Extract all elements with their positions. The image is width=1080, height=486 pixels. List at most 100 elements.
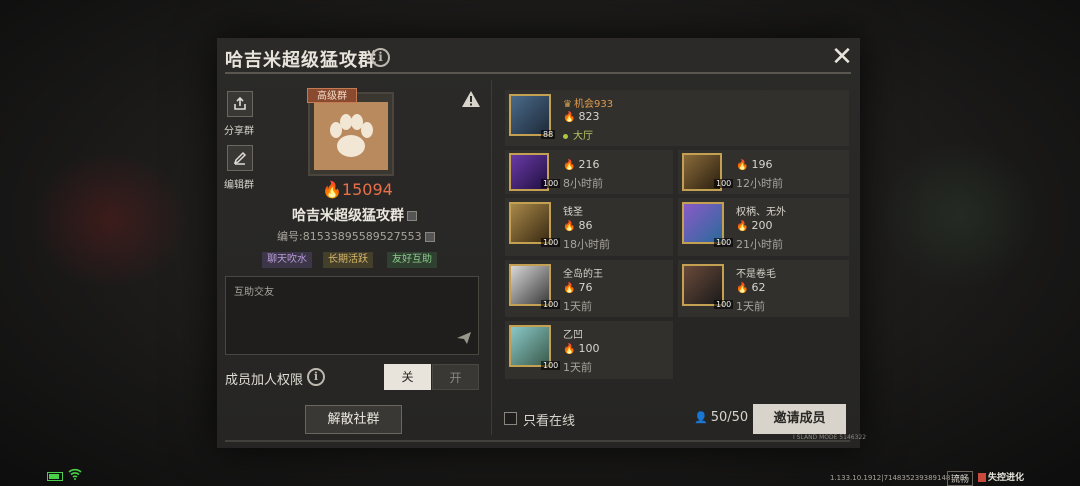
online-only-label[interactable]: 只看在线: [523, 410, 575, 429]
permission-label: 成员加人权限: [225, 373, 304, 388]
avatar: 100: [509, 202, 561, 247]
group-tag: 长期活跃: [323, 252, 373, 268]
online-only-checkbox[interactable]: [504, 412, 517, 425]
version-text: 1.133.10.1912|71483523938914817: [830, 474, 960, 482]
avatar: 100: [682, 153, 734, 191]
member-name: 权柄、无外: [736, 207, 786, 218]
fluency-badge: 流畅: [947, 471, 974, 486]
member-last-seen: 1天前: [563, 361, 592, 374]
report-icon[interactable]: [461, 90, 481, 108]
group-id-text: 编号:81533895589527553: [277, 230, 422, 243]
member-heat: 🔥 216: [563, 158, 599, 171]
info-icon[interactable]: i: [371, 48, 390, 67]
member-last-seen: 1天前: [736, 300, 765, 313]
flame-icon: 🔥: [736, 283, 749, 294]
level-badge: 100: [714, 179, 734, 188]
member-card[interactable]: 100 全岛的王 🔥 76 1天前: [505, 260, 673, 317]
title-divider: [225, 72, 851, 74]
owner-heat-value: 823: [578, 110, 600, 123]
dissolve-group-button[interactable]: 解散社群: [305, 405, 402, 434]
edit-icon[interactable]: [227, 145, 253, 171]
group-avatar[interactable]: [308, 92, 394, 176]
flame-icon: 🔥: [563, 221, 576, 232]
member-heat: 🔥 76: [563, 281, 592, 294]
level-badge: 100: [541, 238, 561, 247]
owner-location: 大厅: [563, 127, 593, 142]
level-badge: 88: [541, 130, 556, 139]
member-last-seen: 1天前: [563, 300, 592, 313]
member-heat-value: 200: [751, 219, 773, 232]
member-count: 👤 50/50: [694, 410, 748, 425]
rank-badge: 高级群: [307, 88, 357, 103]
member-card[interactable]: 100 乙凹 🔥 100 1天前: [505, 321, 673, 379]
member-name: 钱圣: [563, 207, 583, 218]
member-last-seen: 12小时前: [736, 177, 783, 190]
paw-icon: [314, 102, 388, 170]
avatar: 100: [509, 325, 561, 370]
edit-group-label[interactable]: 编辑群: [224, 176, 254, 191]
member-card[interactable]: 100 🔥 216 8小时前: [505, 150, 673, 194]
avatar: 100: [509, 153, 561, 191]
member-heat-value: 196: [751, 158, 773, 171]
member-name: 乙凹: [563, 330, 583, 341]
member-card[interactable]: 100 🔥 196 12小时前: [678, 150, 849, 194]
member-name: 不是卷毛: [736, 269, 776, 280]
level-badge: 100: [541, 300, 561, 309]
member-count-text: 50/50: [710, 410, 749, 425]
permission-on-button[interactable]: 开: [432, 364, 479, 390]
member-card[interactable]: 100 钱圣 🔥 86 18小时前: [505, 198, 673, 256]
copy-icon[interactable]: [407, 211, 417, 221]
owner-location-text: 大厅: [573, 131, 593, 142]
member-name: 全岛的王: [563, 269, 603, 280]
flame-icon: 🔥: [563, 283, 576, 294]
level-badge: 100: [714, 238, 734, 247]
owner-name: ♛ 机会933: [563, 95, 613, 110]
background-tint-right: [880, 140, 1040, 290]
copy-id-icon[interactable]: [424, 232, 435, 242]
level-badge: 100: [714, 300, 734, 309]
crown-icon: ♛: [563, 99, 572, 110]
share-group-label[interactable]: 分享群: [224, 122, 254, 137]
permission-off-button[interactable]: 关: [384, 364, 431, 390]
group-heat: 🔥15094: [322, 180, 393, 199]
group-heat-value: 15094: [341, 180, 393, 199]
member-heat-value: 216: [578, 158, 600, 171]
member-last-seen: 21小时前: [736, 238, 783, 251]
background-tint-left: [30, 150, 190, 290]
share-icon[interactable]: [227, 91, 253, 117]
avatar: 100: [682, 202, 734, 247]
owner-name-text: 机会933: [573, 99, 614, 110]
member-heat: 🔥 196: [736, 158, 772, 171]
group-note-text: 互助交友: [234, 287, 274, 298]
flame-icon: 🔥: [322, 180, 342, 199]
member-heat-value: 100: [578, 342, 600, 355]
permission-info-icon[interactable]: i: [307, 368, 325, 386]
group-tag: 聊天吹水: [262, 252, 312, 268]
owner-card[interactable]: 88 ♛ 机会933 🔥 823 大厅: [505, 90, 849, 146]
person-icon: 👤: [694, 411, 708, 424]
avatar: 100: [509, 264, 561, 309]
brand-logo: 失控进化: [978, 470, 1024, 483]
online-dot-icon: [563, 133, 568, 139]
member-card[interactable]: 100 权柄、无外 🔥 200 21小时前: [678, 198, 849, 256]
group-note-box[interactable]: 互助交友: [225, 276, 479, 355]
wifi-icon: [68, 468, 82, 483]
member-last-seen: 18小时前: [563, 238, 610, 251]
group-id: 编号:81533895589527553: [277, 228, 435, 244]
member-heat-value: 62: [751, 281, 766, 294]
avatar: 88: [509, 94, 556, 139]
group-name: 哈吉米超级猛攻群: [292, 205, 417, 225]
invite-members-button[interactable]: 邀请成员: [753, 404, 846, 434]
flame-icon: 🔥: [736, 221, 749, 232]
send-icon[interactable]: [456, 331, 472, 349]
member-heat-value: 76: [578, 281, 593, 294]
member-heat: 🔥 100: [563, 342, 599, 355]
level-badge: 100: [541, 361, 561, 370]
bottom-divider: [225, 440, 850, 442]
dialog-title: 哈吉米超级猛攻群: [225, 50, 377, 71]
group-tag: 友好互助: [387, 252, 437, 268]
member-heat-value: 86: [578, 219, 593, 232]
member-card[interactable]: 100 不是卷毛 🔥 62 1天前: [678, 260, 849, 317]
close-icon[interactable]: ✕: [830, 44, 854, 70]
member-heat: 🔥 200: [736, 219, 772, 232]
